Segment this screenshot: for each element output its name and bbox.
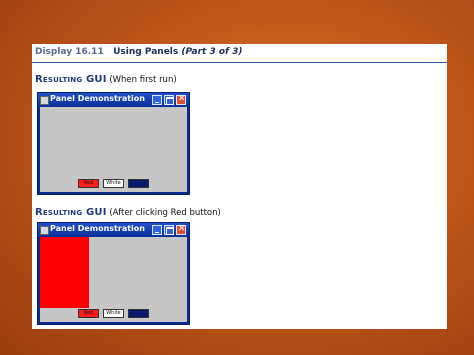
display-label: Display 16.11 (35, 47, 104, 57)
maximize-icon (166, 97, 174, 105)
maximize-icon (166, 227, 174, 235)
window-titlebar[interactable]: Panel Demonstration ✕ (38, 93, 189, 107)
section-heading: Resulting GUI (35, 74, 107, 85)
red-button[interactable]: Red (78, 179, 99, 188)
minimize-button[interactable] (152, 225, 162, 235)
minimize-icon (155, 232, 159, 233)
maximize-button[interactable] (164, 225, 174, 235)
button-panel: Red White Blue (78, 309, 150, 318)
window-title: Panel Demonstration (50, 224, 145, 233)
section-heading-first-run: Resulting GUI (When first run) (35, 74, 177, 85)
window-titlebar[interactable]: Panel Demonstration ✕ (38, 223, 189, 237)
window-title: Panel Demonstration (50, 94, 145, 103)
blue-button[interactable]: Blue (128, 179, 149, 188)
section-note: (When first run) (109, 75, 177, 85)
window-content: Red White Blue (40, 107, 187, 192)
java-cup-icon (40, 226, 49, 235)
java-cup-icon (40, 96, 49, 105)
close-icon: ✕ (178, 94, 186, 104)
section-heading-after-click: Resulting GUI (After clicking Red button… (35, 207, 221, 218)
slide-title: Display 16.11 Using Panels (Part 3 of 3) (35, 47, 242, 57)
display-title: Using Panels (113, 47, 179, 57)
section-note: (After clicking Red button) (109, 208, 221, 218)
red-button[interactable]: Red (78, 309, 99, 318)
close-button[interactable]: ✕ (176, 224, 186, 235)
white-button[interactable]: White (103, 309, 124, 318)
maximize-button[interactable] (164, 95, 174, 105)
red-panel (40, 237, 89, 308)
button-panel: Red White Blue (78, 179, 150, 188)
minimize-icon (155, 102, 159, 103)
slide-panel: Display 16.11 Using Panels (Part 3 of 3)… (32, 44, 447, 329)
window-content: Red White Blue (40, 237, 187, 322)
close-button[interactable]: ✕ (176, 94, 186, 105)
display-part: (Part 3 of 3) (181, 47, 243, 57)
white-button[interactable]: White (103, 179, 124, 188)
title-divider (32, 62, 447, 63)
section-heading: Resulting GUI (35, 207, 107, 218)
window-after-click: Panel Demonstration ✕ Red White Blue (37, 222, 190, 325)
blue-button[interactable]: Blue (128, 309, 149, 318)
minimize-button[interactable] (152, 95, 162, 105)
window-first-run: Panel Demonstration ✕ Red White Blue (37, 92, 190, 195)
close-icon: ✕ (178, 224, 186, 234)
